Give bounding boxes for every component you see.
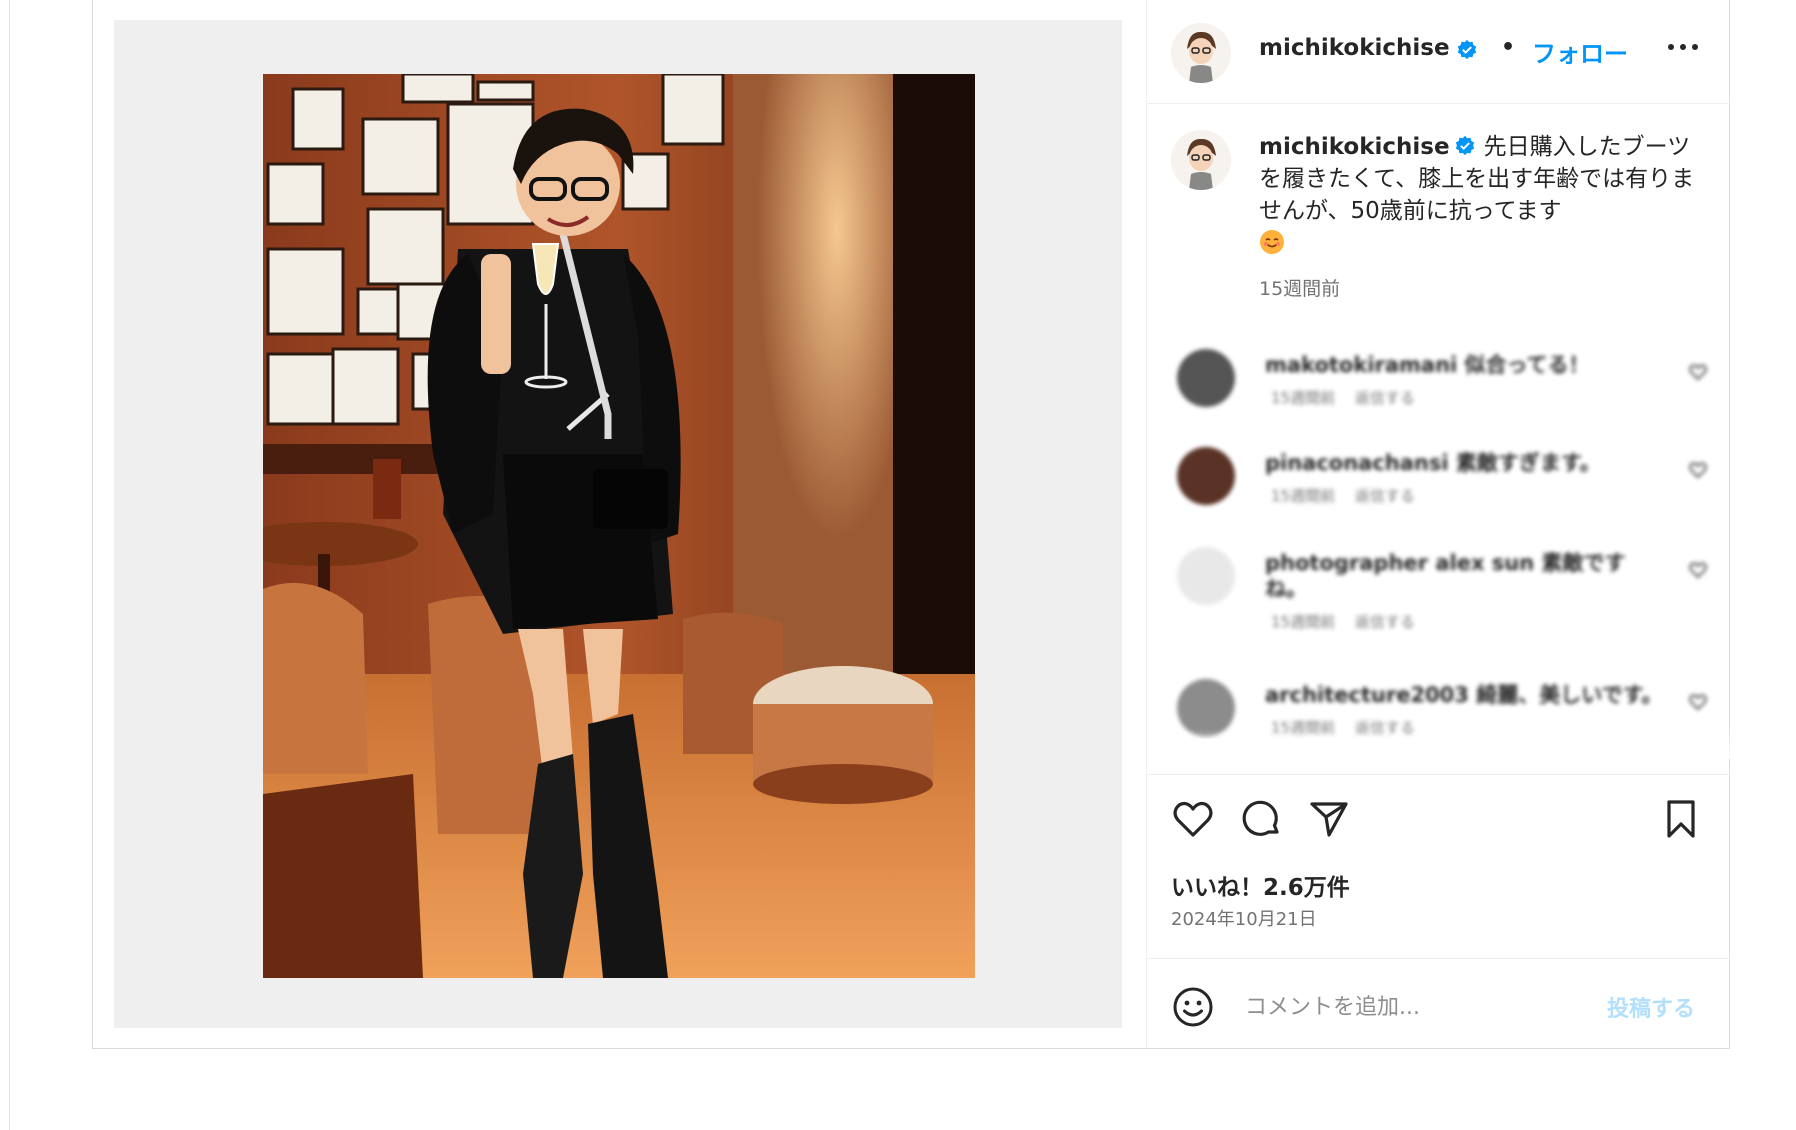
comment-list[interactable]: makotokiramani 似合ってる！ 15週間前 返信する pinacon…	[1147, 329, 1731, 739]
caption-timestamp: 15週間前	[1259, 278, 1341, 300]
commenter-avatar[interactable]	[1177, 547, 1235, 605]
comment-list-fade	[1147, 729, 1731, 759]
comment-meta: 15週間前 返信する	[1271, 613, 1415, 631]
comment-icon[interactable]	[1239, 797, 1283, 841]
follow-button[interactable]: フォロー	[1532, 34, 1628, 69]
add-comment-bar: 投稿する	[1147, 958, 1731, 1049]
post-media-pane	[114, 20, 1122, 1028]
post-actions-bar	[1147, 774, 1731, 875]
comment-item: photographer alex sun 素敵です ね。 15週間前 返信する	[1147, 547, 1731, 657]
heart-icon[interactable]	[1171, 797, 1215, 841]
verified-badge-icon	[1455, 135, 1474, 156]
avatar[interactable]	[1171, 23, 1231, 83]
smiling-face-emoji-icon	[1260, 230, 1284, 254]
instagram-post-card: michikokichise • フォロー michikokichise 先日購…	[92, 0, 1731, 1049]
comment-meta: 15週間前 返信する	[1271, 389, 1415, 407]
comment-item: makotokiramani 似合ってる！ 15週間前 返信する	[1147, 349, 1731, 439]
comment-text: pinaconachansi 素敵すぎます。	[1265, 451, 1601, 475]
post-author-username[interactable]: michikokichise	[1259, 35, 1450, 61]
comment-text: architecture2003 綺麗、美しいです。	[1265, 683, 1663, 707]
comment-like-icon[interactable]	[1689, 693, 1707, 711]
verified-badge-icon	[1457, 39, 1477, 60]
emoji-icon[interactable]	[1171, 985, 1215, 1029]
post-comment-button[interactable]: 投稿する	[1607, 991, 1695, 1023]
post-side-pane: michikokichise • フォロー michikokichise 先日購…	[1146, 0, 1731, 1048]
caption-avatar[interactable]	[1171, 130, 1231, 190]
commenter-avatar[interactable]	[1177, 447, 1235, 505]
post-date: 2024年10月21日	[1171, 909, 1317, 930]
more-options-icon[interactable]	[1665, 37, 1701, 57]
comment-text: makotokiramani 似合ってる！	[1265, 353, 1590, 377]
share-icon[interactable]	[1307, 797, 1351, 841]
comment-input[interactable]	[1243, 987, 1577, 1027]
comment-item: pinaconachansi 素敵すぎます。 15週間前 返信する	[1147, 447, 1731, 537]
bookmark-icon[interactable]	[1659, 797, 1703, 841]
comment-like-icon[interactable]	[1689, 363, 1707, 381]
header-separator: •	[1501, 35, 1516, 60]
commenter-avatar[interactable]	[1177, 349, 1235, 407]
post-header: michikokichise • フォロー	[1147, 0, 1731, 104]
comment-like-icon[interactable]	[1689, 461, 1707, 479]
page-left-rule	[9, 0, 10, 1130]
comment-text-continued: ね。	[1265, 577, 1307, 601]
comment-text: photographer alex sun 素敵です	[1265, 551, 1626, 575]
comment-meta: 15週間前 返信する	[1271, 487, 1415, 505]
caption-username[interactable]: michikokichise	[1259, 134, 1450, 160]
comment-like-icon[interactable]	[1689, 561, 1707, 579]
post-caption: michikokichise 先日購入したブーツを履きたくて、膝上を出す年齢では…	[1259, 131, 1699, 259]
like-count[interactable]: いいね！2.6万件	[1171, 868, 1350, 902]
post-photo[interactable]	[263, 74, 975, 978]
